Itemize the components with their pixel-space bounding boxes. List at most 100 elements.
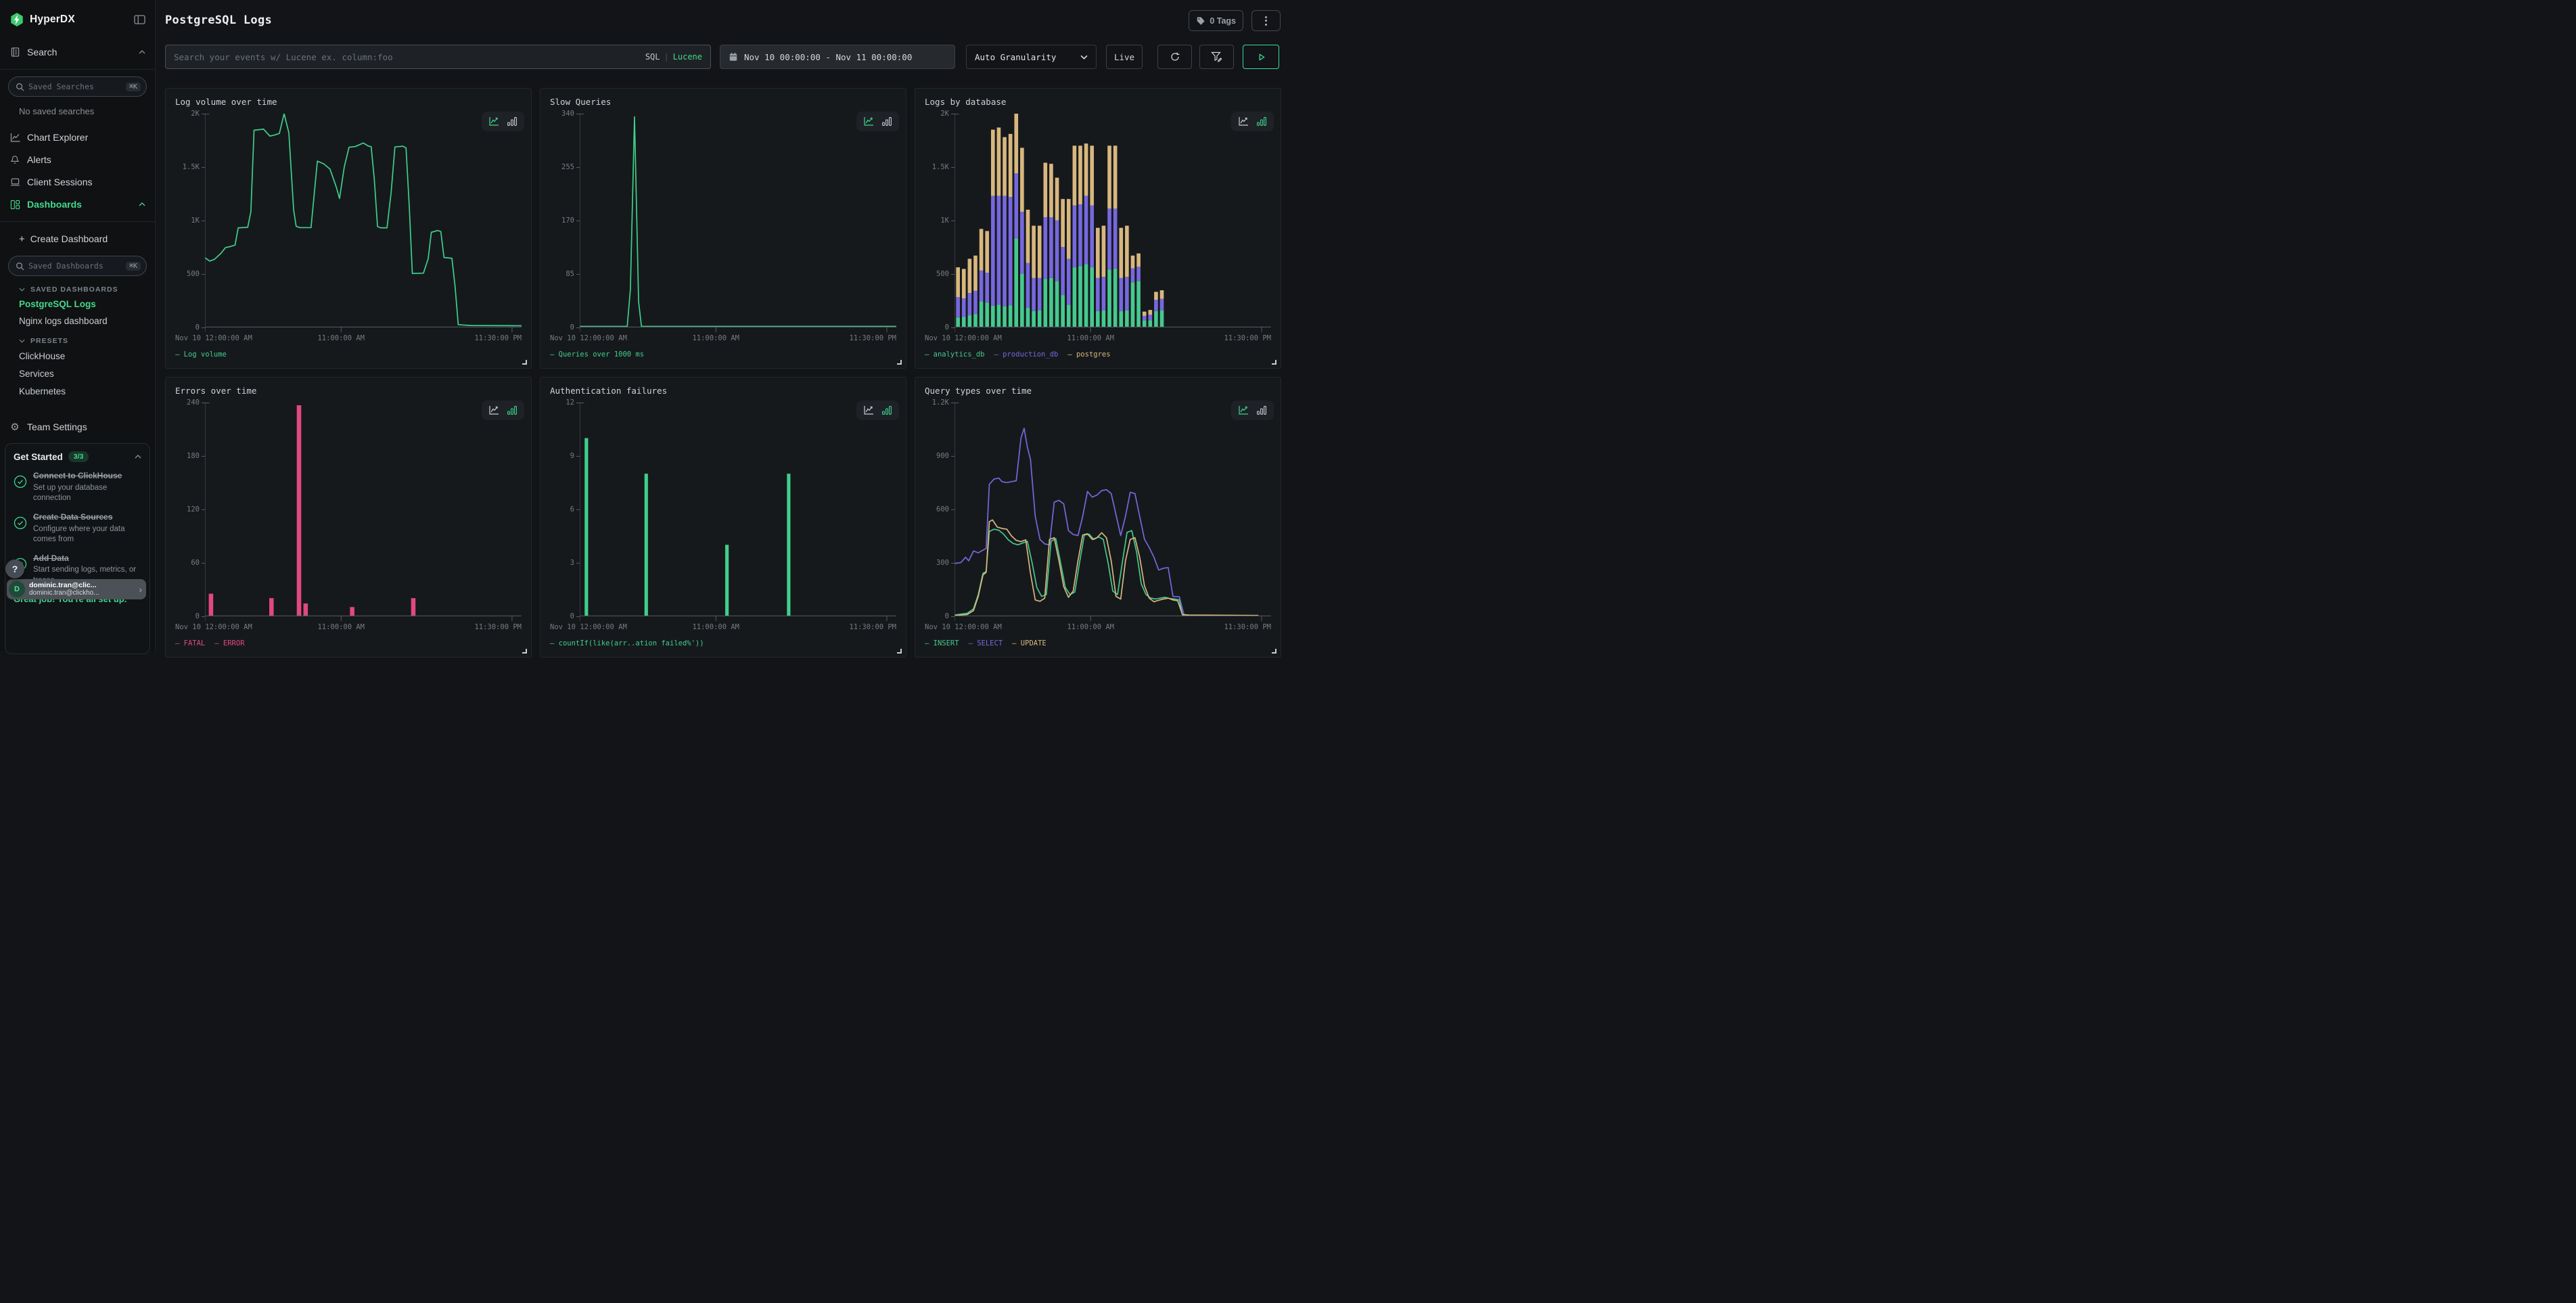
sidebar-item-client-sessions[interactable]: Client Sessions (0, 172, 155, 192)
legend-item[interactable]: — FATAL (175, 639, 205, 650)
section-label: PRESETS (30, 337, 68, 345)
line-view-icon[interactable] (1239, 406, 1249, 415)
x-axis-tick: 11:30:00 PM (1224, 334, 1271, 342)
legend-item[interactable]: — analytics_db (925, 350, 985, 361)
search-icon (16, 262, 24, 271)
chart-plot[interactable] (954, 114, 1271, 332)
legend-item[interactable]: — postgres (1067, 350, 1110, 361)
sidebar-item-clickhouse[interactable]: ClickHouse (0, 345, 155, 363)
divider: | (666, 52, 668, 62)
x-axis-tick: 11:00:00 AM (317, 334, 365, 342)
line-view-icon[interactable] (489, 117, 499, 126)
x-axis-tick: Nov 10 12:00:00 AM (175, 623, 252, 631)
live-button[interactable]: Live (1106, 45, 1143, 69)
legend-item[interactable]: — INSERT (925, 639, 959, 650)
sidebar-item-services[interactable]: Services (0, 363, 155, 380)
tags-button[interactable]: 0 Tags (1189, 10, 1243, 31)
create-dashboard-button[interactable]: + Create Dashboard (0, 229, 155, 249)
bar-view-icon[interactable] (882, 406, 892, 415)
toolbar: SQL | Lucene Nov 10 00:00:00 - Nov 11 00… (165, 45, 1279, 69)
chart-plot[interactable] (205, 114, 522, 332)
sidebar-item-chart-explorer[interactable]: Chart Explorer (0, 127, 155, 147)
line-view-icon[interactable] (1239, 117, 1249, 126)
top-bar: PostgreSQL Logs 0 Tags (156, 0, 1288, 45)
refresh-button[interactable] (1157, 45, 1192, 69)
chevron-up-icon[interactable] (139, 50, 145, 54)
resize-handle[interactable] (897, 649, 902, 654)
x-axis-tick: Nov 10 12:00:00 AM (925, 334, 1002, 342)
sidebar: HyperDX Search ⌘K No saved searches Char… (0, 0, 156, 652)
sidebar-item-dashboards[interactable]: Dashboards (0, 194, 155, 214)
legend-item[interactable]: — SELECT (969, 639, 1003, 650)
chevron-up-icon[interactable] (139, 202, 145, 206)
bar-view-icon[interactable] (1257, 117, 1266, 126)
chart-plot[interactable] (580, 114, 896, 332)
legend-item[interactable]: — UPDATE (1012, 639, 1046, 650)
collapse-sidebar-icon[interactable] (134, 14, 145, 25)
get-started-item-title: Create Data Sources (33, 512, 141, 523)
get-started-item[interactable]: Connect to ClickHouse Set up your databa… (14, 471, 141, 503)
more-options-button[interactable] (1251, 10, 1281, 31)
chart-view-toggle (482, 401, 524, 420)
get-started-item-desc: Set up your database connection (33, 483, 141, 503)
legend-item[interactable]: — countIf(like(arr..ation failed%')) (550, 639, 704, 650)
bar-view-icon[interactable] (1257, 406, 1266, 415)
chart-legend: — countIf(like(arr..ation failed%')) (550, 639, 896, 650)
resize-handle[interactable] (897, 360, 902, 365)
event-search-input[interactable] (174, 52, 640, 62)
legend-item[interactable]: — Queries over 1000 ms (550, 350, 644, 361)
chart-legend: — Log volume (175, 350, 522, 361)
filter-button[interactable] (1199, 45, 1234, 69)
bar-view-icon[interactable] (507, 406, 517, 415)
main-content: PostgreSQL Logs 0 Tags SQL | Lucene Nov … (156, 0, 1288, 652)
chart-plot[interactable] (580, 403, 896, 621)
chart-view-toggle (1231, 401, 1274, 420)
sidebar-item-alerts[interactable]: Alerts (0, 150, 155, 170)
sidebar-item-nginx-logs-dashboard[interactable]: Nginx logs dashboard (0, 311, 155, 327)
sql-toggle[interactable]: SQL (645, 52, 660, 62)
get-started-item-title: Connect to ClickHouse (33, 471, 141, 482)
run-query-button[interactable] (1243, 45, 1279, 69)
saved-searches-input[interactable]: ⌘K (8, 76, 147, 97)
resize-handle[interactable] (1272, 360, 1276, 365)
event-search[interactable]: SQL | Lucene (165, 45, 711, 69)
bar-view-icon[interactable] (882, 117, 892, 126)
sidebar-item-search[interactable]: Search (0, 42, 155, 62)
sidebar-item-postgresql-logs[interactable]: PostgreSQL Logs (0, 294, 155, 311)
legend-item[interactable]: — production_db (994, 350, 1059, 361)
date-range-picker[interactable]: Nov 10 00:00:00 - Nov 11 00:00:00 (720, 45, 955, 69)
legend-item[interactable]: — ERROR (214, 639, 244, 650)
user-menu[interactable]: D dominic.tran@clic... dominic.tran@clic… (7, 579, 146, 599)
chart-legend: — analytics_db — production_db — postgres (925, 350, 1271, 361)
resize-handle[interactable] (522, 360, 527, 365)
lucene-toggle[interactable]: Lucene (673, 52, 702, 62)
line-view-icon[interactable] (864, 406, 874, 415)
tag-icon (1196, 16, 1205, 26)
resize-handle[interactable] (522, 649, 527, 654)
help-button[interactable]: ? (5, 559, 24, 578)
sidebar-item-team-settings[interactable]: ⚙ Team Settings (0, 417, 155, 437)
presets-section[interactable]: PRESETS (0, 327, 155, 345)
resize-handle[interactable] (1272, 649, 1276, 654)
logo-row: HyperDX (0, 0, 155, 30)
sidebar-item-kubernetes[interactable]: Kubernetes (0, 380, 155, 398)
line-view-icon[interactable] (864, 117, 874, 126)
chart-plot[interactable] (954, 403, 1271, 621)
line-view-icon[interactable] (489, 406, 499, 415)
search-icon (16, 83, 24, 91)
saved-dashboards-field[interactable] (28, 261, 122, 271)
laptop-icon (9, 177, 20, 187)
saved-searches-field[interactable] (28, 82, 122, 91)
bar-view-icon[interactable] (507, 117, 517, 126)
get-started-item[interactable]: Create Data Sources Configure where your… (14, 512, 141, 545)
saved-dashboards-section[interactable]: SAVED DASHBOARDS (0, 276, 155, 294)
chevron-up-icon[interactable] (135, 455, 141, 459)
y-axis-labels: 1.2K9006003000 (925, 403, 954, 616)
check-circle-icon (14, 471, 27, 503)
chart-plot[interactable] (205, 403, 522, 621)
legend-item[interactable]: — Log volume (175, 350, 227, 361)
chart-title: Errors over time (175, 386, 522, 396)
granularity-select[interactable]: Auto Granularity (966, 45, 1097, 69)
saved-dashboards-input[interactable]: ⌘K (8, 256, 147, 276)
brand-name: HyperDX (30, 14, 129, 26)
